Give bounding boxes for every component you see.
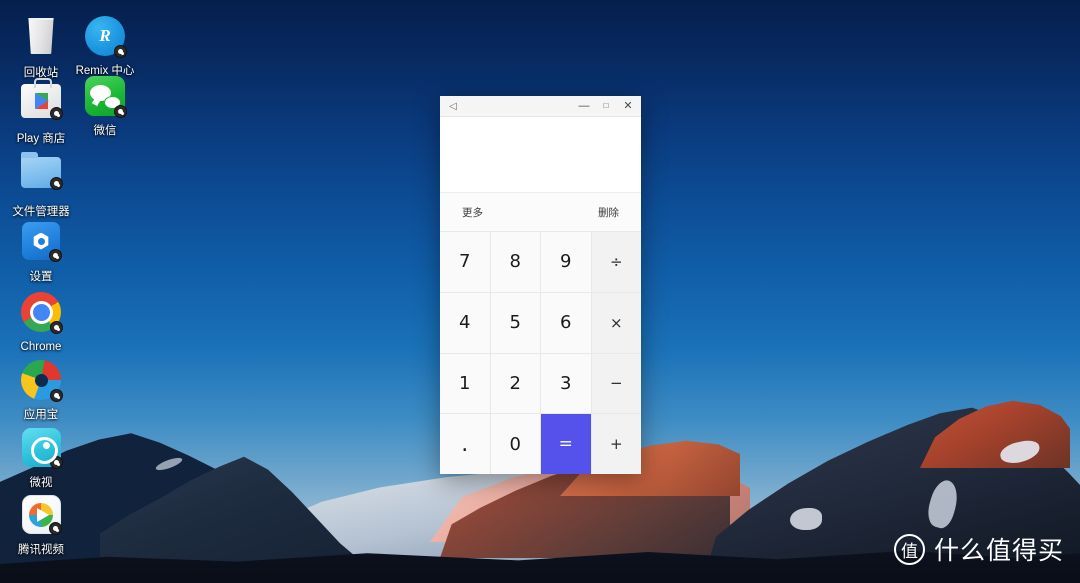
calculator-display xyxy=(440,117,641,192)
key-3[interactable]: 3 xyxy=(541,353,591,414)
desktop-icon-chrome[interactable]: Chrome xyxy=(2,290,80,354)
maximize-button[interactable]: □ xyxy=(595,97,617,116)
desktop-icon-label: 腾讯视频 xyxy=(18,544,64,556)
shortcut-badge-icon xyxy=(49,249,62,262)
desktop-icon-label: 设置 xyxy=(29,271,53,283)
shortcut-badge-icon xyxy=(50,177,63,190)
delete-button[interactable]: 删除 xyxy=(598,205,619,220)
more-button[interactable]: 更多 xyxy=(462,205,483,220)
desktop-icon-label: 微信 xyxy=(93,125,117,137)
desktop-icon-wechat[interactable]: 微信 xyxy=(66,74,144,138)
key-multiply[interactable]: × xyxy=(591,292,641,353)
key-8[interactable]: 8 xyxy=(490,232,540,292)
weishi-icon xyxy=(19,428,63,472)
key-9[interactable]: 9 xyxy=(541,232,591,292)
window-controls: — □ ✕ xyxy=(573,97,639,116)
key-0[interactable]: 0 xyxy=(490,414,540,474)
desktop-icon-label: 文件管理器 xyxy=(12,206,70,218)
calculator-utility-row: 更多 删除 xyxy=(440,192,641,232)
shortcut-badge-icon xyxy=(114,45,127,58)
folder-icon xyxy=(19,152,63,201)
window-titlebar[interactable]: ◁ — □ ✕ xyxy=(440,96,641,117)
close-button[interactable]: ✕ xyxy=(617,97,639,116)
desktop-icon-label: 微视 xyxy=(29,477,53,489)
desktop-icon-label: Chrome xyxy=(20,341,62,353)
shortcut-badge-icon xyxy=(114,105,127,118)
key-minus[interactable]: − xyxy=(591,353,641,414)
shortcut-badge-icon xyxy=(50,321,63,334)
key-6[interactable]: 6 xyxy=(541,292,591,353)
chrome-icon xyxy=(19,292,63,336)
tencent-video-icon xyxy=(19,495,63,539)
settings-icon xyxy=(19,222,63,266)
shortcut-badge-icon xyxy=(50,389,63,402)
yyb-icon xyxy=(19,360,63,404)
key-2[interactable]: 2 xyxy=(490,353,540,414)
shortcut-badge-icon xyxy=(49,456,63,469)
calculator-keypad: 7 8 9 ÷ 4 5 6 × 1 2 3 − . 0 = + xyxy=(440,232,641,474)
key-equals[interactable]: = xyxy=(541,414,591,474)
minimize-button[interactable]: — xyxy=(573,97,595,116)
key-4[interactable]: 4 xyxy=(440,292,490,353)
desktop-icon-label: 应用宝 xyxy=(23,409,59,421)
key-decimal[interactable]: . xyxy=(440,414,490,474)
key-divide[interactable]: ÷ xyxy=(591,232,641,292)
wechat-icon xyxy=(83,76,127,120)
shortcut-badge-icon xyxy=(50,107,63,120)
desktop-icon-weishi[interactable]: 微视 xyxy=(2,425,80,490)
key-1[interactable]: 1 xyxy=(440,353,490,414)
key-7[interactable]: 7 xyxy=(440,232,490,292)
calculator-window: ◁ — □ ✕ 更多 删除 7 8 9 ÷ 4 5 6 × 1 2 3 − . … xyxy=(440,96,641,474)
desktop-icon-tencent-video[interactable]: 腾讯视频 xyxy=(2,492,80,557)
key-5[interactable]: 5 xyxy=(490,292,540,353)
desktop-icon-remix-center[interactable]: Remix 中心 xyxy=(66,14,144,78)
remix-icon xyxy=(83,16,127,60)
trash-icon xyxy=(19,18,63,62)
desktop-icon-settings[interactable]: 设置 xyxy=(2,219,80,284)
key-plus[interactable]: + xyxy=(591,414,641,474)
play-store-icon xyxy=(19,78,63,128)
desktop-icon-yingyongbao[interactable]: 应用宝 xyxy=(2,358,80,422)
desktop-icon-file-manager[interactable]: 文件管理器 xyxy=(2,150,80,219)
shortcut-badge-icon xyxy=(48,522,62,535)
back-icon[interactable]: ◁ xyxy=(442,97,464,116)
